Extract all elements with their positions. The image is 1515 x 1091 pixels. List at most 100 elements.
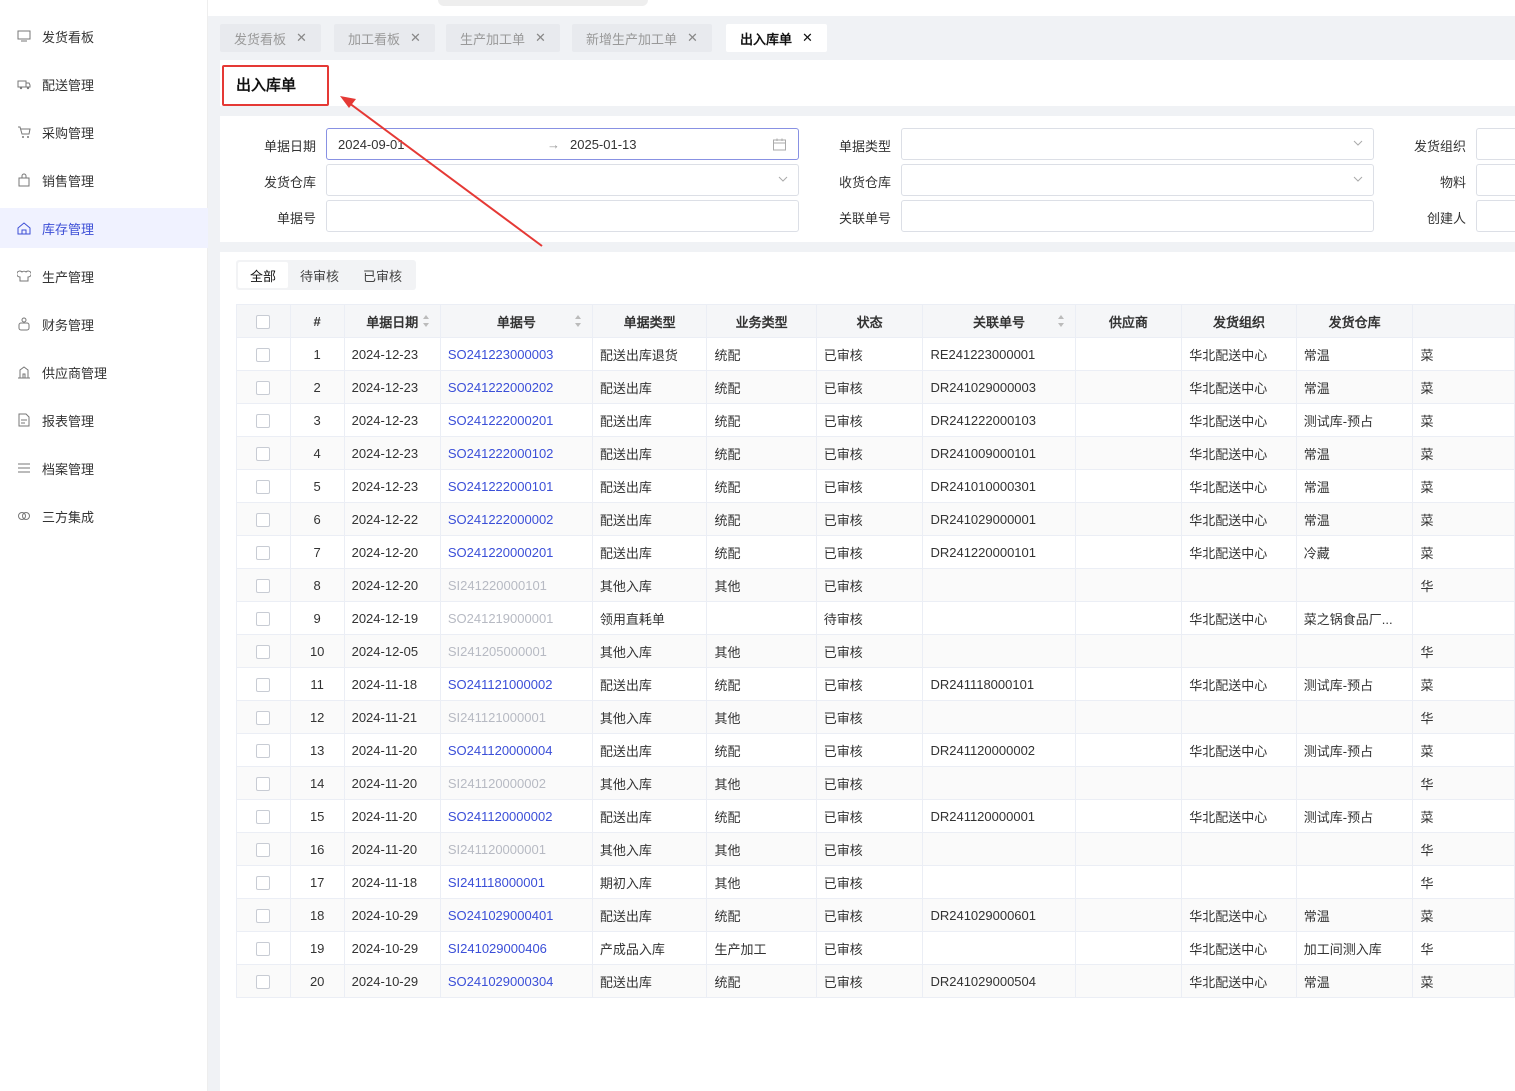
table-row[interactable]: 8 2024-12-20 SI241220000101 其他入库 其他 已审核 华	[236, 568, 1515, 602]
row-doc-no[interactable]: SO241222000102	[439, 436, 593, 470]
doc-date-end[interactable]: 2025-01-13	[570, 137, 637, 152]
doc-no-link[interactable]: SO241222000002	[448, 512, 554, 527]
row-checkbox[interactable]	[256, 974, 271, 989]
close-icon[interactable]: ✕	[535, 30, 546, 46]
row-checkbox[interactable]	[256, 809, 271, 824]
doc-no-link[interactable]: SO241222000202	[448, 380, 554, 395]
tab-stock-in-out[interactable]: 出入库单 ✕	[726, 24, 827, 52]
col-header-doc-no[interactable]: 单据号	[439, 304, 593, 338]
material-select[interactable]	[1476, 164, 1515, 196]
row-checkbox[interactable]	[256, 776, 271, 791]
row-checkbox-cell[interactable]	[236, 502, 291, 536]
row-checkbox[interactable]	[256, 545, 271, 560]
table-row[interactable]: 5 2024-12-23 SO241222000101 配送出库 统配 已审核 DR2410…	[236, 469, 1515, 503]
table-row[interactable]: 14 2024-11-20 SI241120000002 其他入库 其他 已审核 华	[236, 766, 1515, 800]
table-row[interactable]: 17 2024-11-18 SI241118000001 期初入库 其他 已审核 华	[236, 865, 1515, 899]
table-row[interactable]: 20 2024-10-29 SO241029000304 配送出库 统配 已审核 DR241…	[236, 964, 1515, 998]
table-row[interactable]: 7 2024-12-20 SO241220000201 配送出库 统配 已审核 DR2412…	[236, 535, 1515, 569]
row-checkbox-cell[interactable]	[236, 766, 291, 800]
row-doc-no[interactable]: SO241222000202	[439, 370, 593, 404]
table-row[interactable]: 9 2024-12-19 SO241219000001 领用直耗单 待审核 华北配送中心菜…	[236, 601, 1515, 635]
row-checkbox-cell[interactable]	[236, 799, 291, 833]
sidebar-item-archive[interactable]: 档案管理	[0, 448, 208, 488]
row-checkbox[interactable]	[256, 446, 271, 461]
row-doc-no[interactable]: SO241121000002	[439, 667, 593, 701]
recv-warehouse-select[interactable]	[901, 164, 1374, 196]
row-doc-no[interactable]: SO241120000002	[439, 799, 593, 833]
ship-warehouse-select[interactable]	[326, 164, 799, 196]
row-checkbox-cell[interactable]	[236, 403, 291, 437]
row-checkbox-cell[interactable]	[236, 337, 291, 371]
ref-no-input[interactable]	[901, 200, 1374, 232]
row-checkbox-cell[interactable]	[236, 865, 291, 899]
table-row[interactable]: 18 2024-10-29 SO241029000401 配送出库 统配 已审核 DR241…	[236, 898, 1515, 932]
creator-input[interactable]	[1476, 200, 1515, 232]
doc-no-link[interactable]: SI241120000001	[448, 842, 546, 857]
sidebar-item-inventory[interactable]: 库存管理	[0, 208, 208, 248]
table-row[interactable]: 11 2024-11-18 SO241121000002 配送出库 统配 已审核 DR241…	[236, 667, 1515, 701]
doc-no-link[interactable]: SI241121000001	[448, 710, 546, 725]
table-row[interactable]: 15 2024-11-20 SO241120000002 配送出库 统配 已审核 DR241…	[236, 799, 1515, 833]
doc-no-link[interactable]: SO241029000401	[448, 908, 554, 923]
doc-no-link[interactable]: SI241029000406	[448, 941, 547, 956]
row-doc-no[interactable]: SO241222000002	[439, 502, 593, 536]
col-header-doc-date[interactable]: 单据日期	[343, 304, 441, 338]
sidebar-item-integration[interactable]: 三方集成	[0, 496, 208, 536]
row-doc-no[interactable]: SI241205000001	[439, 634, 593, 668]
row-checkbox-cell[interactable]	[236, 733, 291, 767]
row-checkbox[interactable]	[256, 347, 271, 362]
sidebar-item-finance[interactable]: 财务管理	[0, 304, 208, 344]
doc-no-link[interactable]: SO241121000002	[448, 677, 553, 692]
table-row[interactable]: 4 2024-12-23 SO241222000102 配送出库 统配 已审核 DR2410…	[236, 436, 1515, 470]
row-doc-no[interactable]: SI241029000406	[439, 931, 593, 965]
sort-icon[interactable]	[1057, 314, 1065, 328]
close-icon[interactable]: ✕	[802, 30, 813, 46]
doc-no-link[interactable]: SI241118000001	[448, 875, 545, 890]
select-all-checkbox-cell[interactable]	[236, 304, 291, 338]
tab-processing-board[interactable]: 加工看板 ✕	[334, 24, 435, 52]
close-icon[interactable]: ✕	[687, 30, 698, 46]
tab-shipping-board[interactable]: 发货看板 ✕	[220, 24, 321, 52]
table-row[interactable]: 2 2024-12-23 SO241222000202 配送出库 统配 已审核 DR2410…	[236, 370, 1515, 404]
row-checkbox-cell[interactable]	[236, 370, 291, 404]
tab-production-order[interactable]: 生产加工单 ✕	[446, 24, 560, 52]
doc-no-input[interactable]	[326, 200, 799, 232]
row-doc-no[interactable]: SO241219000001	[439, 601, 593, 635]
table-row[interactable]: 19 2024-10-29 SI241029000406 产成品入库 生产加工 已审核 华北…	[236, 931, 1515, 965]
row-checkbox-cell[interactable]	[236, 568, 291, 602]
doc-type-select[interactable]	[901, 128, 1374, 160]
row-doc-no[interactable]: SO241120000004	[439, 733, 593, 767]
table-row[interactable]: 16 2024-11-20 SI241120000001 其他入库 其他 已审核 华	[236, 832, 1515, 866]
segment-pending[interactable]: 待审核	[288, 262, 351, 288]
row-checkbox-cell[interactable]	[236, 634, 291, 668]
table-row[interactable]: 10 2024-12-05 SI241205000001 其他入库 其他 已审核 华	[236, 634, 1515, 668]
doc-no-link[interactable]: SO241029000304	[448, 974, 554, 989]
table-row[interactable]: 12 2024-11-21 SI241121000001 其他入库 其他 已审核 华	[236, 700, 1515, 734]
doc-no-link[interactable]: SO241222000201	[448, 413, 554, 428]
row-doc-no[interactable]: SI241118000001	[439, 865, 593, 899]
row-checkbox-cell[interactable]	[236, 964, 291, 998]
row-checkbox[interactable]	[256, 941, 271, 956]
row-checkbox-cell[interactable]	[236, 535, 291, 569]
row-checkbox[interactable]	[256, 578, 271, 593]
row-checkbox-cell[interactable]	[236, 700, 291, 734]
row-checkbox[interactable]	[256, 842, 271, 857]
row-checkbox-cell[interactable]	[236, 898, 291, 932]
row-doc-no[interactable]: SI241121000001	[439, 700, 593, 734]
row-checkbox[interactable]	[256, 479, 271, 494]
doc-no-link[interactable]: SI241120000002	[448, 776, 546, 791]
doc-no-link[interactable]: SO241222000102	[448, 446, 554, 461]
row-doc-no[interactable]: SI241220000101	[439, 568, 593, 602]
row-doc-no[interactable]: SI241120000002	[439, 766, 593, 800]
doc-no-link[interactable]: SO241120000004	[448, 743, 553, 758]
row-checkbox[interactable]	[256, 710, 271, 725]
sort-icon[interactable]	[422, 314, 430, 328]
doc-no-link[interactable]: SI241205000001	[448, 644, 547, 659]
row-checkbox-cell[interactable]	[236, 667, 291, 701]
row-checkbox[interactable]	[256, 677, 271, 692]
doc-no-link[interactable]: SO241220000201	[448, 545, 554, 560]
sidebar-item-delivery[interactable]: 配送管理	[0, 64, 208, 104]
doc-no-link[interactable]: SO241223000003	[448, 347, 554, 362]
row-checkbox[interactable]	[256, 380, 271, 395]
table-row[interactable]: 6 2024-12-22 SO241222000002 配送出库 统配 已审核 DR2410…	[236, 502, 1515, 536]
